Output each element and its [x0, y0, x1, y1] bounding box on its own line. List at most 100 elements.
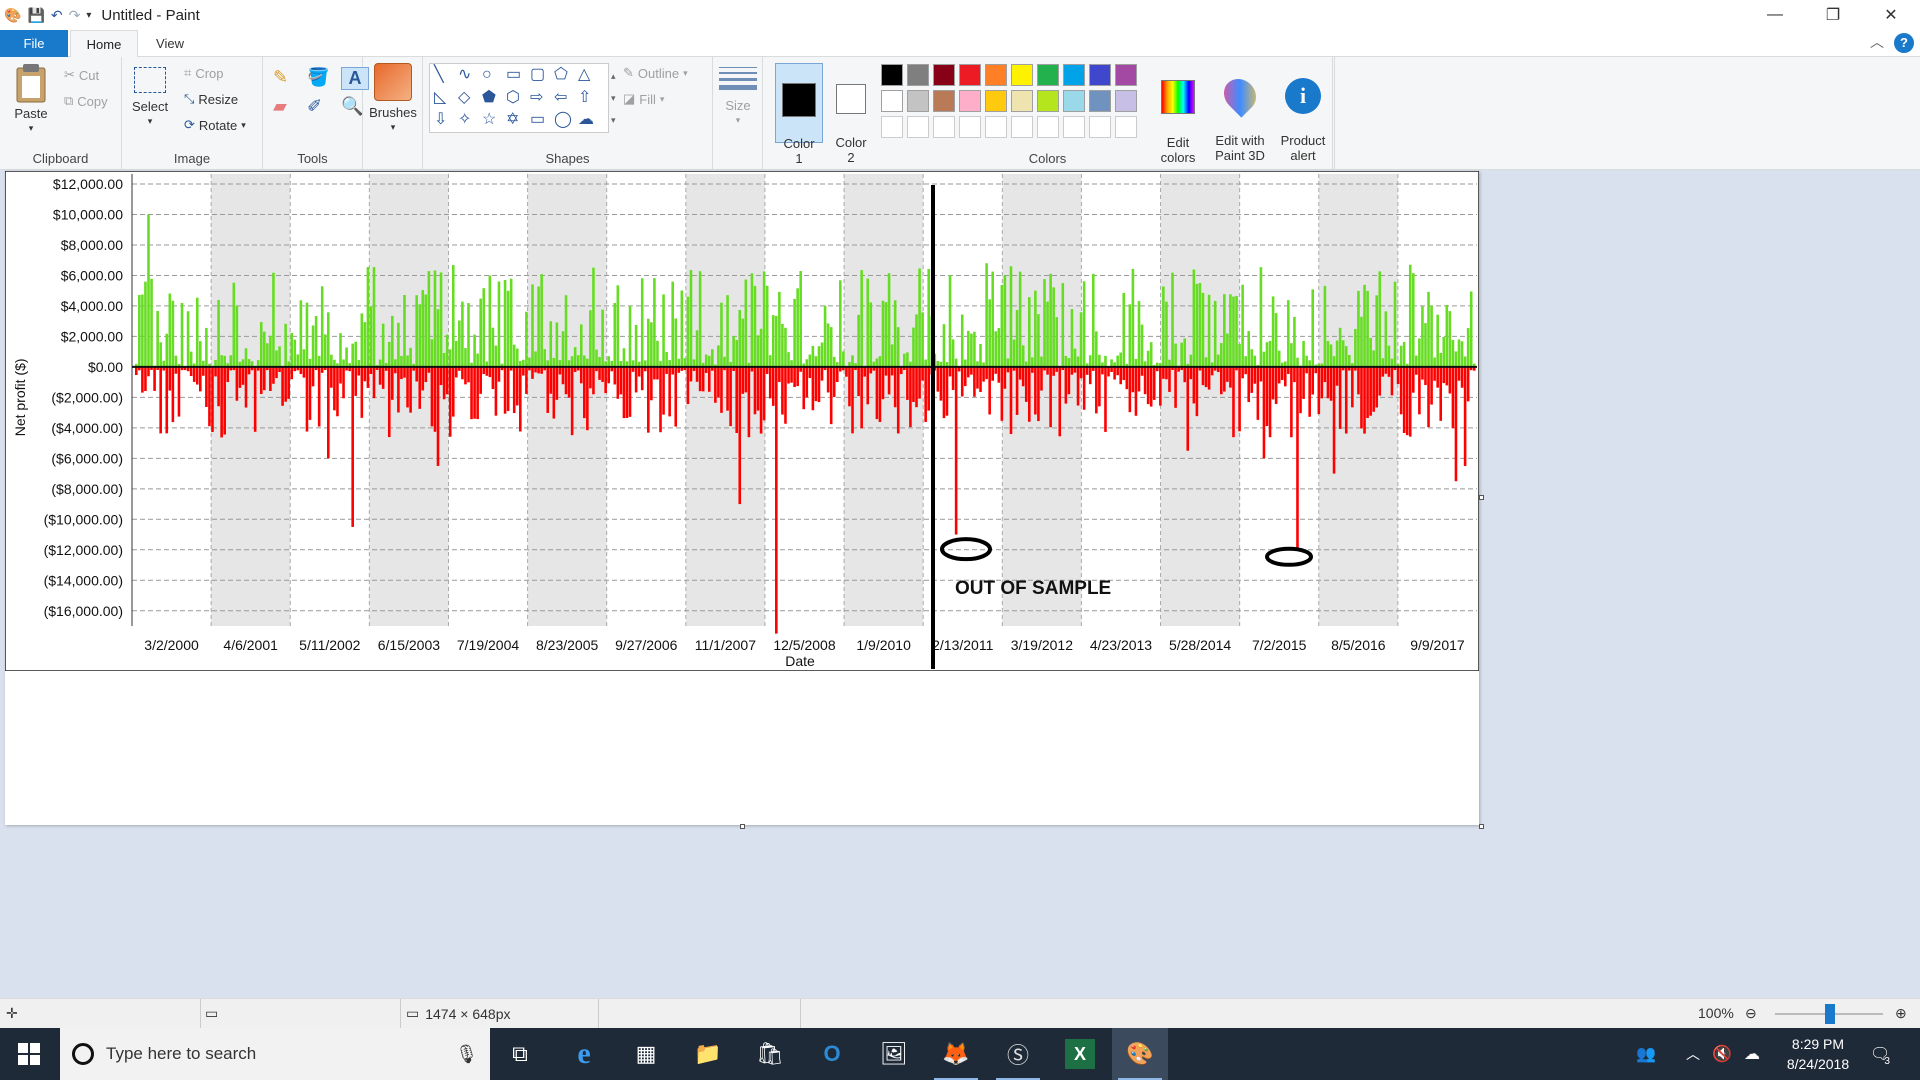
palette-empty-swatch[interactable]: [881, 116, 903, 138]
size-button[interactable]: Size ▾: [717, 63, 759, 128]
color1-button[interactable]: Color 1: [775, 63, 823, 166]
resize-button[interactable]: ⤡ Resize: [184, 91, 238, 107]
callout-oval-shape-icon[interactable]: ◯: [554, 109, 578, 132]
palette-swatch[interactable]: [1115, 64, 1137, 86]
zoom-out-icon[interactable]: ⊖: [1745, 1005, 1757, 1022]
outline-button[interactable]: ✎ Outline ▾: [623, 65, 688, 81]
right-triangle-shape-icon[interactable]: ◺: [434, 87, 458, 110]
crop-button[interactable]: ⌗ Crop: [184, 65, 224, 81]
line-shape-icon[interactable]: ╲: [434, 64, 458, 87]
zoom-slider[interactable]: [1775, 1004, 1883, 1024]
palette-swatch[interactable]: [1037, 64, 1059, 86]
tab-home[interactable]: Home: [70, 30, 138, 58]
star5-shape-icon[interactable]: ☆: [482, 109, 506, 132]
cloud-shape-icon[interactable]: ☁: [578, 109, 602, 132]
color-picker-icon[interactable]: ✐: [307, 96, 335, 117]
pencil-icon[interactable]: ✎: [273, 67, 301, 90]
palette-swatch[interactable]: [1089, 64, 1111, 86]
palette-empty-swatch[interactable]: [907, 116, 929, 138]
star4-shape-icon[interactable]: ✧: [458, 109, 482, 132]
restore-button[interactable]: ❐: [1804, 0, 1862, 30]
palette-swatch[interactable]: [985, 64, 1007, 86]
fill-bucket-icon[interactable]: 🪣: [307, 67, 335, 90]
arrow-right-shape-icon[interactable]: ⇨: [530, 87, 554, 110]
fill-button[interactable]: ◪ Fill ▾: [623, 91, 664, 107]
collapse-ribbon-icon[interactable]: ︿: [1870, 32, 1884, 52]
cut-button[interactable]: ✂ Cut: [64, 67, 99, 83]
calculator-icon[interactable]: ▦: [618, 1028, 674, 1080]
show-hidden-icons-icon[interactable]: ︿: [1686, 1028, 1700, 1080]
photo-app-icon[interactable]: 🖼: [866, 1028, 922, 1080]
trading-app-icon[interactable]: Ⓢ: [990, 1028, 1046, 1080]
paste-button[interactable]: Paste ▾: [8, 63, 54, 136]
shapes-gallery[interactable]: ╲ ∿ ○ ▭ ▢ ⬠ △ ◺ ◇ ⬟ ⬡ ⇨ ⇦ ⇧ ⇩ ✧ ☆ ✡ ▭ ◯ ☁: [429, 63, 609, 133]
palette-empty-swatch[interactable]: [1089, 116, 1111, 138]
palette-swatch[interactable]: [1063, 90, 1085, 112]
callout-rect-shape-icon[interactable]: ▭: [530, 109, 554, 132]
tab-file[interactable]: File: [0, 30, 68, 57]
palette-empty-swatch[interactable]: [1011, 116, 1033, 138]
eraser-icon[interactable]: ▰: [273, 96, 301, 117]
palette-swatch[interactable]: [1011, 90, 1033, 112]
oval-shape-icon[interactable]: ○: [482, 64, 506, 87]
palette-swatch[interactable]: [933, 64, 955, 86]
help-icon[interactable]: ?: [1894, 33, 1914, 53]
start-button[interactable]: [0, 1028, 58, 1080]
palette-swatch[interactable]: [1089, 90, 1111, 112]
polygon-shape-icon[interactable]: ⬠: [554, 64, 578, 87]
palette-swatch[interactable]: [907, 90, 929, 112]
palette-empty-swatch[interactable]: [1037, 116, 1059, 138]
resize-handle-corner[interactable]: [1479, 824, 1484, 829]
diamond-shape-icon[interactable]: ◇: [458, 87, 482, 110]
resize-handle-bottom[interactable]: [740, 824, 745, 829]
rectangle-shape-icon[interactable]: ▭: [506, 64, 530, 87]
tab-view[interactable]: View: [150, 30, 190, 57]
file-explorer-icon[interactable]: 📁: [680, 1028, 736, 1080]
system-clock[interactable]: 8:29 PM 8/24/2018: [1778, 1034, 1858, 1074]
arrow-up-shape-icon[interactable]: ⇧: [578, 87, 602, 110]
palette-empty-swatch[interactable]: [1115, 116, 1137, 138]
paint-canvas[interactable]: $12,000.00 $10,000.00 $8,000.00 $6,000.00 $4…: [5, 171, 1484, 829]
microphone-icon[interactable]: 🎙: [455, 1044, 478, 1065]
firefox-icon[interactable]: 🦊: [928, 1028, 984, 1080]
zoom-in-icon[interactable]: ⊕: [1895, 1005, 1907, 1022]
pentagon-shape-icon[interactable]: ⬟: [482, 87, 506, 110]
select-button[interactable]: Select ▾: [132, 67, 168, 129]
rotate-button[interactable]: ⟳ Rotate ▾: [184, 117, 246, 133]
palette-swatch[interactable]: [1037, 90, 1059, 112]
palette-swatch[interactable]: [881, 90, 903, 112]
excel-icon[interactable]: X: [1065, 1039, 1095, 1069]
volume-muted-icon[interactable]: 🔇: [1712, 1028, 1732, 1080]
rounded-rect-shape-icon[interactable]: ▢: [530, 64, 554, 87]
palette-swatch[interactable]: [933, 90, 955, 112]
palette-swatch[interactable]: [1115, 90, 1137, 112]
redo-icon[interactable]: ↷: [69, 7, 81, 24]
curve-shape-icon[interactable]: ∿: [458, 64, 482, 87]
palette-empty-swatch[interactable]: [933, 116, 955, 138]
triangle-shape-icon[interactable]: △: [578, 64, 602, 87]
brushes-button[interactable]: Brushes ▾: [367, 63, 419, 135]
undo-icon[interactable]: ↶: [51, 7, 63, 24]
palette-swatch[interactable]: [1063, 64, 1085, 86]
action-center-icon[interactable]: 🗨 3: [1870, 1028, 1890, 1080]
palette-swatch[interactable]: [1011, 64, 1033, 86]
people-icon[interactable]: 👥: [1636, 1028, 1656, 1080]
minimize-button[interactable]: —: [1746, 0, 1804, 30]
customize-qat-icon[interactable]: ▾: [86, 10, 91, 21]
palette-empty-swatch[interactable]: [985, 116, 1007, 138]
arrow-down-shape-icon[interactable]: ⇩: [434, 109, 458, 132]
paint-app-icon[interactable]: 🎨: [4, 7, 21, 24]
product-alert-button[interactable]: i Product alert: [1273, 63, 1333, 178]
paint-taskbar-icon[interactable]: 🎨: [1112, 1028, 1168, 1080]
palette-swatch[interactable]: [959, 64, 981, 86]
zoom-slider-thumb[interactable]: [1825, 1004, 1835, 1024]
palette-empty-swatch[interactable]: [959, 116, 981, 138]
palette-empty-swatch[interactable]: [1063, 116, 1085, 138]
resize-handle-right[interactable]: [1479, 495, 1484, 500]
arrow-left-shape-icon[interactable]: ⇦: [554, 87, 578, 110]
edit-with-paint3d-button[interactable]: Edit with Paint 3D: [1211, 63, 1269, 178]
shapes-scroll-icon[interactable]: ▴ ▾ ▾: [611, 65, 616, 131]
palette-swatch[interactable]: [881, 64, 903, 86]
copy-button[interactable]: ⧉ Copy: [64, 93, 108, 109]
close-button[interactable]: ✕: [1862, 0, 1920, 30]
